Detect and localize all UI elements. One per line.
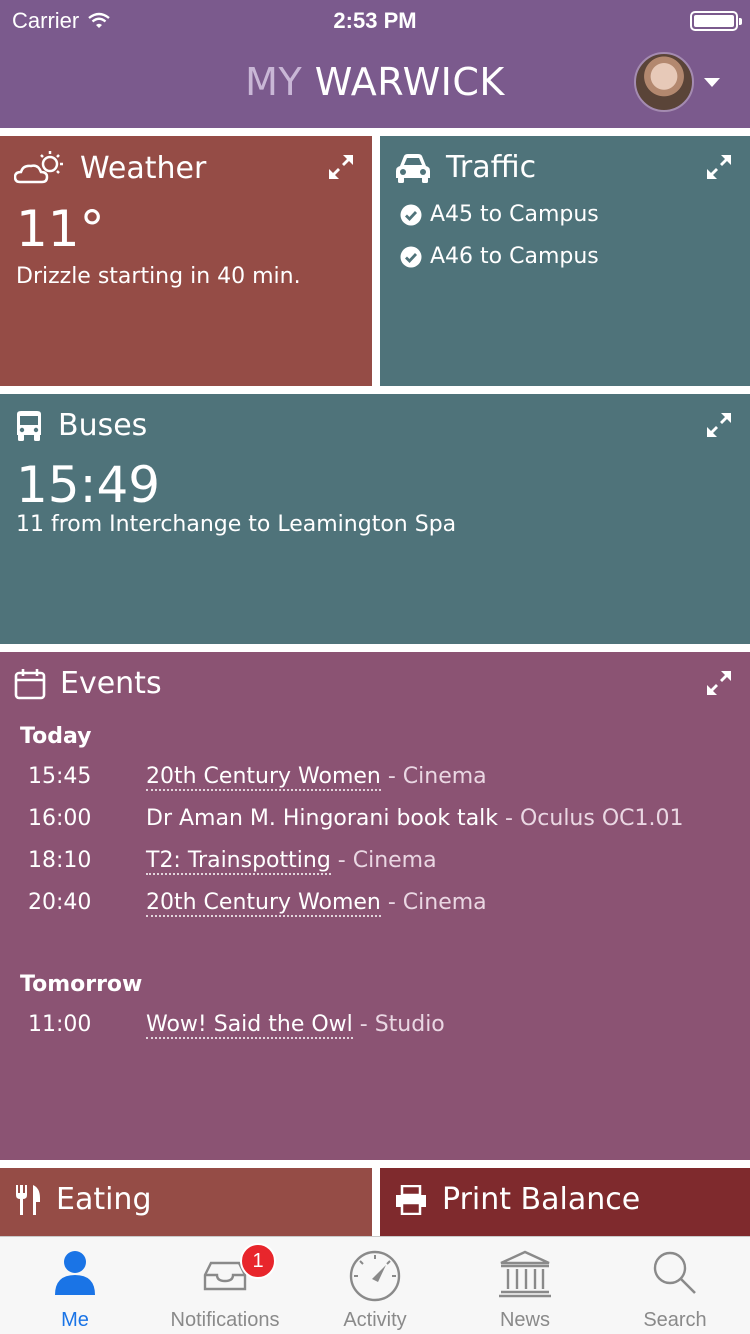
tab-label: News xyxy=(499,1309,550,1331)
person-icon xyxy=(55,1251,95,1295)
avatar[interactable] xyxy=(634,52,694,112)
tab-label: Me xyxy=(61,1309,89,1331)
expand-icon[interactable] xyxy=(704,410,734,440)
tab-label: Notifications xyxy=(170,1309,280,1331)
bus-icon xyxy=(17,410,41,441)
printer-icon xyxy=(396,1184,426,1215)
event-title-link[interactable]: 20th Century Women xyxy=(146,764,381,791)
event-title: Dr Aman M. Hingorani book talk xyxy=(146,806,499,831)
buses-tile[interactable]: Buses 15:49 11 from Interchange to Leami… xyxy=(0,394,750,644)
status-time: 2:53 PM xyxy=(333,8,417,33)
tab-notifications[interactable]: 1 Notifications xyxy=(150,1237,300,1334)
weather-tile[interactable]: Weather 11° Drizzle starting in 40 min. xyxy=(0,136,372,386)
calendar-icon xyxy=(14,668,46,699)
traffic-title: Traffic xyxy=(446,150,537,185)
tab-activity[interactable]: Activity xyxy=(300,1237,450,1334)
tab-news[interactable]: News xyxy=(450,1237,600,1334)
expand-icon[interactable] xyxy=(704,152,734,182)
events-day-label: Tomorrow xyxy=(20,972,143,997)
battery-icon xyxy=(690,11,742,31)
event-time: 15:45 xyxy=(28,764,92,789)
print-balance-tile-header: Print Balance xyxy=(394,1182,640,1217)
car-icon xyxy=(396,153,430,183)
event-venue: - Cinema xyxy=(337,848,437,873)
event-time: 18:10 xyxy=(28,848,92,873)
traffic-tile[interactable]: Traffic A45 to Campus A46 to Campus xyxy=(380,136,750,386)
weather-tile-header: Weather xyxy=(14,150,206,186)
event-title-link[interactable]: Wow! Said the Owl xyxy=(146,1012,353,1039)
chevron-down-icon[interactable] xyxy=(704,78,720,87)
traffic-route: A45 to Campus xyxy=(400,202,599,227)
traffic-route-label: A46 to Campus xyxy=(430,244,599,269)
event-venue: - Studio xyxy=(359,1012,445,1037)
tab-label: Activity xyxy=(343,1309,407,1331)
app-header: MY WARWICK xyxy=(0,40,750,128)
building-icon xyxy=(499,1250,551,1298)
buses-title: Buses xyxy=(58,408,148,443)
status-bar: Carrier 2:53 PM xyxy=(0,0,750,40)
weather-icon xyxy=(14,151,63,184)
eating-tile[interactable]: Eating xyxy=(0,1168,372,1238)
expand-icon[interactable] xyxy=(326,152,356,182)
print-balance-title: Print Balance xyxy=(442,1182,641,1217)
tab-bar: Me 1 Notifications Activity News Search xyxy=(0,1236,750,1334)
event-venue: - Oculus OC1.01 xyxy=(505,806,684,831)
tab-search[interactable]: Search xyxy=(600,1237,750,1334)
traffic-route-label: A45 to Campus xyxy=(430,202,599,227)
traffic-tile-header: Traffic xyxy=(394,150,536,185)
eating-title: Eating xyxy=(56,1182,152,1217)
check-circle-icon xyxy=(400,204,422,225)
check-circle-icon xyxy=(400,246,422,267)
bus-route-description: 11 from Interchange to Leamington Spa xyxy=(16,512,457,537)
traffic-route: A46 to Campus xyxy=(400,244,599,269)
gauge-icon xyxy=(349,1250,401,1302)
app-title-my: MY xyxy=(245,60,303,104)
bus-departure-time: 15:49 xyxy=(16,456,161,514)
events-tile-header: Events xyxy=(14,666,162,701)
weather-title: Weather xyxy=(80,150,207,186)
search-icon xyxy=(653,1251,696,1294)
event-title-link[interactable]: T2: Trainspotting xyxy=(146,848,331,875)
fork-knife-icon xyxy=(16,1184,40,1215)
event-venue: - Cinema xyxy=(387,890,487,915)
expand-icon[interactable] xyxy=(704,668,734,698)
events-day-label: Today xyxy=(20,724,92,749)
weather-description: Drizzle starting in 40 min. xyxy=(16,264,301,289)
weather-temperature: 11° xyxy=(16,200,105,258)
tab-me[interactable]: Me xyxy=(0,1237,150,1334)
buses-tile-header: Buses xyxy=(14,408,147,443)
events-title: Events xyxy=(60,666,162,701)
notification-badge: 1 xyxy=(240,1243,276,1279)
print-balance-tile[interactable]: Print Balance xyxy=(380,1168,750,1238)
eating-tile-header: Eating xyxy=(14,1182,152,1217)
event-time: 11:00 xyxy=(28,1012,92,1037)
app-title-brand: WARWICK xyxy=(314,60,505,104)
tab-label: Search xyxy=(643,1309,707,1331)
event-title-link[interactable]: 20th Century Women xyxy=(146,890,381,917)
event-time: 16:00 xyxy=(28,806,92,831)
events-tile[interactable]: Events Today 15:45 20th Century Women - … xyxy=(0,652,750,1160)
event-venue: - Cinema xyxy=(387,764,487,789)
event-time: 20:40 xyxy=(28,890,92,915)
